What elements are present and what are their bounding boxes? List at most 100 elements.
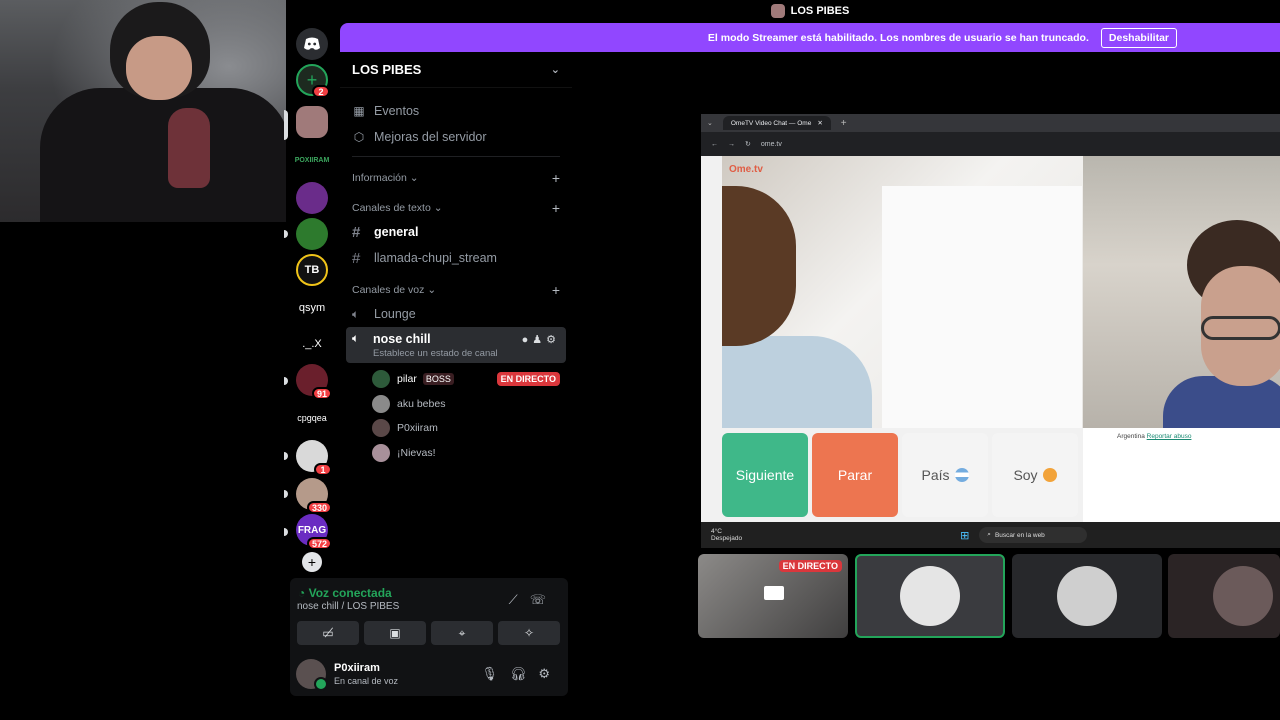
plus-icon[interactable]: +	[552, 170, 560, 186]
ometv-page: Ome.tv Siguiente Parar País Soy Argentin…	[701, 156, 1280, 522]
video-background-door	[882, 186, 1082, 428]
browser-address-bar[interactable]: ← → ↻ ome.tv	[701, 132, 1280, 156]
country-button[interactable]: País	[902, 433, 988, 517]
plus-icon[interactable]: +	[552, 200, 560, 216]
voice-location[interactable]: nose chill / LOS PIBES	[297, 601, 399, 612]
plus-icon: +	[307, 554, 317, 570]
add-member-icon[interactable]: ♟	[532, 334, 546, 346]
server-poxiiram[interactable]: POXIIRAM	[295, 144, 330, 176]
back-icon[interactable]: ←	[711, 141, 718, 148]
microphone-icon[interactable]: 🎙︎	[481, 666, 510, 681]
weather-widget[interactable]: 4°C Despejado	[711, 528, 742, 542]
close-icon[interactable]: ✕	[817, 119, 822, 127]
country-label: País	[921, 467, 950, 483]
voice-member[interactable]: P0xiiram	[340, 416, 572, 441]
self-video	[1083, 156, 1280, 428]
server-tb[interactable]: TB	[296, 254, 328, 286]
soundboard-button[interactable]: ✧	[498, 621, 560, 645]
avatar[interactable]	[296, 659, 328, 691]
chat-info-line: Argentina Reportar abuso	[1117, 433, 1191, 440]
video-person-hair	[722, 186, 796, 346]
participant-tile[interactable]	[1168, 554, 1280, 638]
discord-home-button[interactable]	[296, 28, 328, 60]
plus-icon[interactable]: +	[552, 282, 560, 298]
chevron-down-icon: ⌄	[427, 284, 437, 296]
server-los-pibes[interactable]	[296, 106, 328, 138]
server-91[interactable]: 91	[296, 364, 332, 400]
disable-streamer-mode-button[interactable]: Deshabilitar	[1100, 27, 1177, 48]
server-icon-small	[770, 4, 785, 18]
gender-button[interactable]: Soy	[992, 433, 1078, 517]
server-header[interactable]: LOS PIBES ⌄	[340, 52, 572, 88]
chevron-down-icon: ⌄	[550, 64, 560, 76]
server-x[interactable]: ._.X	[296, 328, 328, 360]
server-green[interactable]	[296, 218, 328, 250]
divider	[352, 156, 560, 157]
add-server-plus-button[interactable]: +	[302, 552, 322, 572]
server-boosts-label: Mejoras del servidor	[374, 130, 487, 144]
unread-indicator	[284, 377, 288, 385]
voice-connected-status[interactable]: ◔ Voz conectada	[298, 586, 392, 600]
new-tab-icon[interactable]: +	[841, 118, 847, 129]
voice-member[interactable]: pilar BOSS EN DIRECTO	[340, 367, 572, 392]
taskbar-search-label: Buscar en la web	[994, 531, 1045, 539]
voice-member[interactable]: ¡Nievas!	[340, 441, 572, 466]
argentina-flag-icon	[954, 468, 969, 482]
report-abuse-link[interactable]: Reportar abuso	[1147, 433, 1192, 440]
headphones-icon[interactable]: 🎧︎	[510, 666, 539, 681]
voice-connection-panel: ◔ Voz conectada nose chill / LOS PIBES ⟋…	[290, 578, 568, 696]
disconnect-icon[interactable]: ☏	[530, 592, 558, 607]
participant-tile-selected[interactable]	[855, 554, 1005, 638]
server-cpgqea[interactable]: cpgqea	[296, 402, 328, 434]
screen-share-stream[interactable]: ⌄ OmeTV Video Chat — Ome ✕ + ← → ↻ ome.t…	[701, 114, 1280, 548]
unread-indicator	[284, 528, 288, 536]
channel-llamada-chupi-stream[interactable]: # llamada-chupi_stream	[340, 245, 572, 271]
voice-channel-nose-chill[interactable]: 🔈︎ nose chill Establece un estado de can…	[346, 327, 566, 363]
selected-server-indicator	[284, 110, 288, 140]
member-name: P0xiiram	[397, 422, 438, 435]
reload-icon[interactable]: ↻	[745, 140, 751, 148]
server-330[interactable]: 330	[296, 478, 332, 514]
server-boosts-item[interactable]: ⬡ Mejoras del servidor	[340, 124, 572, 150]
participant-tile[interactable]	[1012, 554, 1162, 638]
category-text-channels[interactable]: Canales de texto ⌄ +	[340, 197, 572, 219]
channel-status-hint[interactable]: Establece un estado de canal	[352, 348, 560, 359]
windows-start-icon[interactable]: ⊞	[960, 529, 969, 542]
add-server-button[interactable]: + 2	[296, 64, 330, 98]
events-item[interactable]: ▦ Eventos	[340, 98, 572, 124]
server-frag-label: FRAG	[297, 524, 327, 536]
stop-button[interactable]: Parar	[812, 433, 898, 517]
chat-area[interactable]: Argentina Reportar abuso	[1083, 428, 1280, 522]
voice-member[interactable]: aku bebes	[340, 392, 572, 417]
category-voice-channels[interactable]: Canales de voz ⌄ +	[340, 279, 572, 301]
server-frag[interactable]: FRAG 572	[296, 514, 332, 550]
gear-icon[interactable]: ⚙	[538, 666, 562, 681]
share-screen-button[interactable]: ▣	[364, 621, 426, 645]
gamepad-icon: ⌖	[458, 625, 466, 640]
browser-tab[interactable]: OmeTV Video Chat — Ome ✕	[722, 116, 831, 130]
webcam-drink-glass	[168, 108, 210, 188]
chat-bubble-icon[interactable]: ●	[522, 334, 533, 346]
participant-tile-stream[interactable]: EN DIRECTO	[698, 554, 848, 638]
server-purple[interactable]	[296, 182, 328, 214]
camera-button[interactable]: ▭̸	[297, 621, 359, 645]
next-button[interactable]: Siguiente	[722, 433, 808, 517]
noise-suppression-icon[interactable]: ⟋	[509, 592, 530, 607]
signal-icon: ◔	[298, 586, 306, 600]
category-info[interactable]: Información ⌄ +	[340, 167, 572, 189]
activity-button[interactable]: ⌖	[431, 621, 493, 645]
taskbar-search[interactable]: ⌕ Buscar en la web	[979, 527, 1088, 543]
avatar	[1057, 566, 1117, 626]
speaker-icon: 🔈︎	[352, 331, 360, 345]
events-label: Eventos	[374, 104, 420, 118]
forward-icon[interactable]: →	[728, 141, 735, 148]
server-bw[interactable]: 1	[296, 440, 332, 476]
voice-channel-lounge[interactable]: 🔈︎ Lounge	[340, 301, 572, 327]
avatar	[372, 394, 390, 413]
server-qsym[interactable]: qsym	[296, 292, 328, 324]
gear-icon[interactable]: ⚙	[546, 334, 560, 346]
tab-search-icon[interactable]: ⌄	[707, 119, 713, 127]
soundboard-icon: ✧	[523, 626, 535, 640]
channel-general[interactable]: # general	[340, 219, 572, 245]
channel-label: general	[374, 225, 419, 239]
